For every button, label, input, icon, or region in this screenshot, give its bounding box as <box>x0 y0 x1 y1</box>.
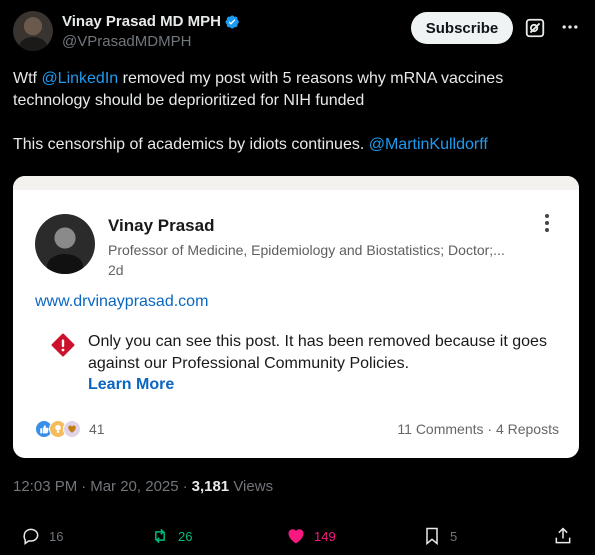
reaction-count: 41 <box>89 421 105 437</box>
author-avatar[interactable] <box>13 11 53 51</box>
support-reaction-icon <box>63 420 81 438</box>
verified-badge-icon <box>225 15 239 29</box>
tweet-paragraph-2: This censorship of academics by idiots c… <box>13 136 488 153</box>
reply-icon <box>23 528 39 545</box>
learn-more-link: Learn More <box>88 376 175 393</box>
bookmark-count: 5 <box>450 528 458 544</box>
views-label: Views <box>233 478 274 495</box>
like-count: 149 <box>314 528 336 544</box>
mention-link-linkedin[interactable]: @LinkedIn <box>41 70 118 87</box>
stats-separator: · <box>487 421 493 437</box>
repost-button[interactable]: 26 <box>150 524 192 548</box>
more-options-button[interactable] <box>557 14 583 40</box>
tweet-paragraph-1: Wtf @LinkedIn removed my post with 5 rea… <box>13 70 504 109</box>
comments-count: 11 Comments <box>397 421 484 437</box>
heart-icon <box>288 529 304 544</box>
warning-icon <box>51 333 75 357</box>
linkedin-post-time: 2d <box>108 262 124 278</box>
grok-button[interactable] <box>519 12 551 44</box>
linkedin-headline: Professor of Medicine, Epidemiology and … <box>108 242 505 258</box>
removal-notice: Only you can see this post. It has been … <box>88 333 547 372</box>
grok-icon <box>525 18 545 38</box>
reply-count: 16 <box>49 528 64 544</box>
linkedin-avatar <box>35 214 95 274</box>
like-button[interactable]: 149 <box>286 524 336 548</box>
share-icon <box>555 527 571 544</box>
repost-icon <box>155 528 165 544</box>
bookmark-button[interactable]: 5 <box>422 524 457 548</box>
vertical-dots-icon <box>545 214 549 232</box>
reposts-count: 4 Reposts <box>495 421 559 437</box>
subscribe-button[interactable]: Subscribe <box>411 12 513 44</box>
reaction-summary: 41 <box>35 419 105 439</box>
card-top-strip <box>13 176 579 190</box>
bookmark-icon <box>426 527 438 546</box>
more-icon <box>562 25 578 29</box>
author-name[interactable]: Vinay Prasad MD MPH <box>62 13 221 30</box>
meta-separator-2: · <box>182 478 188 495</box>
meta-separator-1: · <box>81 478 87 495</box>
views-count: 3,181 <box>191 478 230 495</box>
mention-link-martinkulldorff[interactable]: @MartinKulldorff <box>369 136 488 153</box>
tweet-meta: 12:03 PM · Mar 20, 2025 · 3,181 Views <box>13 478 273 495</box>
tweet-time[interactable]: 12:03 PM <box>13 478 77 495</box>
tweet-text: Wtf @LinkedIn removed my post with 5 rea… <box>13 68 583 156</box>
linkedin-screenshot-card[interactable]: Vinay Prasad Professor of Medicine, Epid… <box>13 176 579 458</box>
author-handle[interactable]: @VPrasadMDMPH <box>62 33 191 50</box>
tweet-date[interactable]: Mar 20, 2025 <box>90 478 178 495</box>
share-button[interactable] <box>553 524 581 548</box>
repost-count: 26 <box>178 528 193 544</box>
linkedin-website-link: www.drvinayprasad.com <box>35 293 209 310</box>
reply-button[interactable]: 16 <box>21 524 63 548</box>
linkedin-author-name: Vinay Prasad <box>108 216 215 235</box>
linkedin-engagement-stats: 11 Comments · 4 Reposts <box>397 421 559 437</box>
